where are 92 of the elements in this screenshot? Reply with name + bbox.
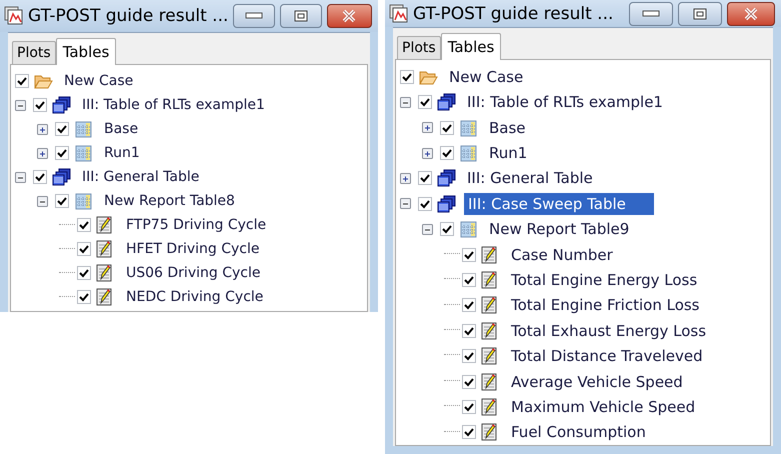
minimize-icon xyxy=(245,12,264,20)
checkbox[interactable] xyxy=(462,349,476,364)
checkbox[interactable] xyxy=(462,272,476,287)
app-icon xyxy=(389,4,409,24)
tree-item-label[interactable]: Total Engine Friction Loss xyxy=(508,295,702,316)
checkbox[interactable] xyxy=(33,98,47,112)
checkbox[interactable] xyxy=(440,120,454,135)
minimize-button[interactable] xyxy=(233,4,275,28)
checkbox[interactable] xyxy=(462,400,476,414)
tree-item-label[interactable]: FTP75 Driving Cycle xyxy=(123,216,270,234)
close-icon xyxy=(341,9,358,23)
tree-item-label[interactable]: III: Table of RLTs example1 xyxy=(464,92,666,112)
checkbox[interactable] xyxy=(418,196,432,211)
tree-item-label[interactable]: New Report Table9 xyxy=(486,219,632,240)
checkbox[interactable] xyxy=(462,425,476,440)
minimize-button[interactable] xyxy=(629,2,673,26)
expand-icon[interactable] xyxy=(400,172,411,184)
stacked-sheets-icon xyxy=(437,93,456,112)
checkbox[interactable] xyxy=(33,170,47,184)
app-icon xyxy=(4,6,24,26)
tree-item-label[interactable]: Base xyxy=(486,118,529,138)
tree-item-label[interactable]: Average Vehicle Speed xyxy=(508,372,686,392)
checkbox[interactable] xyxy=(55,146,69,160)
checkbox[interactable] xyxy=(55,194,69,208)
table-icon xyxy=(459,220,478,238)
checkbox[interactable] xyxy=(462,248,476,262)
window-title: GT-POST guide result ... xyxy=(413,4,614,24)
tree-item-label[interactable]: III: General Table xyxy=(464,168,596,188)
tree-item-label[interactable]: Base xyxy=(101,120,142,138)
tree-item-label[interactable]: New Report Table8 xyxy=(101,192,238,210)
collapse-icon[interactable] xyxy=(400,198,411,210)
stacked-sheets-icon xyxy=(52,96,71,114)
tree-item-label[interactable]: Total Exhaust Energy Loss xyxy=(508,320,710,341)
collapse-icon[interactable] xyxy=(15,172,26,182)
tree-item-label[interactable]: New Case xyxy=(61,72,136,90)
expand-icon[interactable] xyxy=(422,148,433,158)
tree-item-label[interactable]: III: General Table xyxy=(79,168,202,186)
collapse-icon[interactable] xyxy=(400,96,411,108)
tree-item-label[interactable]: Run1 xyxy=(101,144,143,162)
expand-icon[interactable] xyxy=(422,122,433,134)
expand-icon[interactable] xyxy=(37,148,48,158)
table-icon xyxy=(459,118,478,137)
checkbox[interactable] xyxy=(462,324,476,338)
tree-item-label[interactable]: Maximum Vehicle Speed xyxy=(508,396,698,417)
checkbox[interactable] xyxy=(440,146,454,160)
tree-item-label[interactable]: Total Distance Traveleved xyxy=(508,346,706,366)
restore-icon xyxy=(294,10,308,22)
tree-item-label[interactable]: New Case xyxy=(446,66,526,87)
table-icon xyxy=(74,144,93,162)
tab[interactable]: Plots xyxy=(12,41,56,64)
minimize-icon xyxy=(642,10,660,18)
stacked-sheets-icon xyxy=(437,194,456,213)
collapse-icon[interactable] xyxy=(15,100,26,110)
collapse-icon[interactable] xyxy=(422,224,433,235)
stacked-sheets-icon xyxy=(52,168,71,186)
restore-icon xyxy=(693,8,707,20)
tree-item-label[interactable]: Total Engine Energy Loss xyxy=(508,270,700,290)
tree-item-label[interactable]: Fuel Consumption xyxy=(508,422,649,442)
close-icon xyxy=(743,6,759,21)
tree-item-label[interactable]: US06 Driving Cycle xyxy=(123,264,264,282)
collapse-icon[interactable] xyxy=(37,196,48,206)
tree-item-label[interactable]: HFET Driving Cycle xyxy=(123,240,262,258)
expand-icon[interactable] xyxy=(37,124,48,134)
checkbox[interactable] xyxy=(55,122,69,136)
checkbox[interactable] xyxy=(418,171,432,186)
table-icon xyxy=(74,192,93,210)
table-icon xyxy=(74,120,93,138)
close-button[interactable] xyxy=(727,2,775,26)
window-title: GT-POST guide result ... xyxy=(28,6,228,26)
checkbox[interactable] xyxy=(77,290,91,304)
tree-item-label[interactable]: III: Table of RLTs example1 xyxy=(79,96,268,114)
checkbox[interactable] xyxy=(77,218,91,232)
tab[interactable]: Plots xyxy=(397,36,441,60)
checkbox[interactable] xyxy=(462,298,476,312)
checkbox[interactable] xyxy=(400,70,414,84)
tree-item-label[interactable]: Run1 xyxy=(486,143,530,163)
tab[interactable]: Tables xyxy=(440,33,502,60)
checkbox[interactable] xyxy=(462,374,476,389)
checkbox[interactable] xyxy=(15,74,29,88)
table-icon xyxy=(459,144,478,162)
maximize-button[interactable] xyxy=(678,2,722,26)
tab[interactable]: Tables xyxy=(56,38,116,65)
close-button[interactable] xyxy=(326,4,372,28)
checkbox[interactable] xyxy=(77,266,91,280)
tree-item-label[interactable]: III: Case Sweep Table xyxy=(464,192,654,215)
checkbox[interactable] xyxy=(418,95,432,110)
checkbox[interactable] xyxy=(440,222,454,236)
tree-item-label[interactable]: NEDC Driving Cycle xyxy=(123,288,266,306)
stacked-sheets-icon xyxy=(437,169,456,188)
tree-item-label[interactable]: Case Number xyxy=(508,244,616,265)
maximize-button[interactable] xyxy=(280,4,322,28)
checkbox[interactable] xyxy=(77,242,91,256)
